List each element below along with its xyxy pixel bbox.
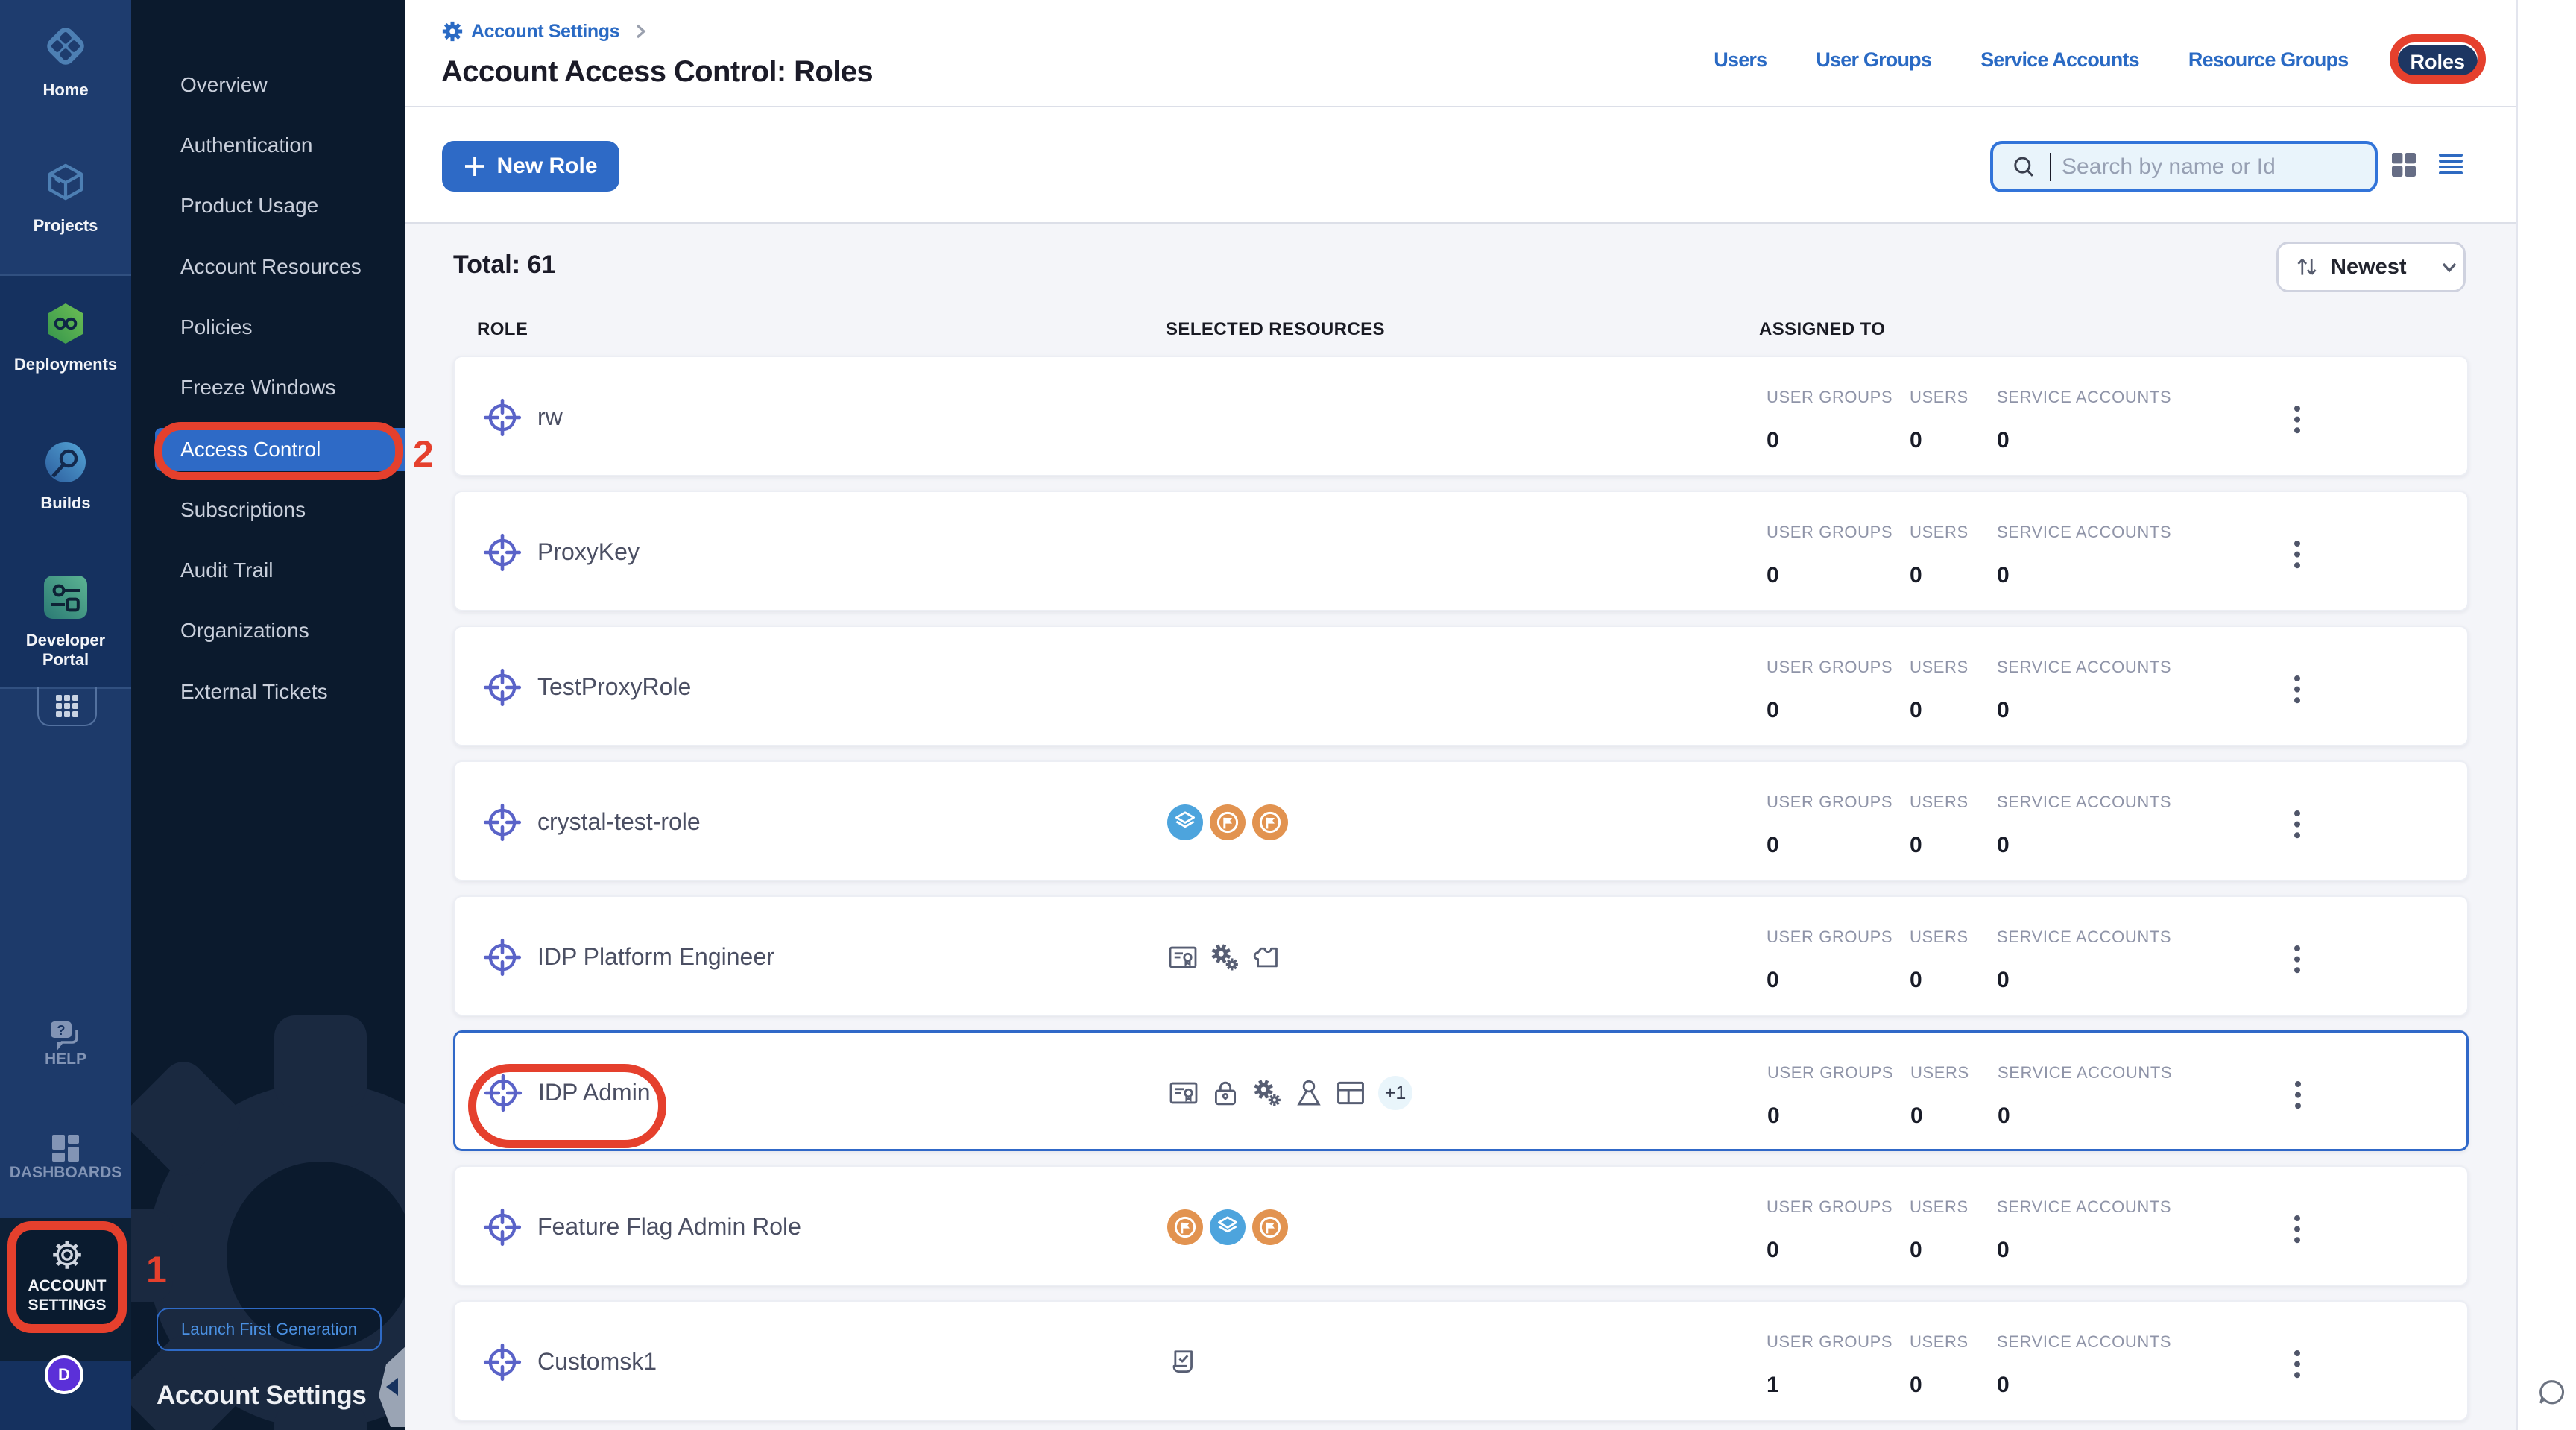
svg-text:?: ?: [57, 1023, 66, 1038]
